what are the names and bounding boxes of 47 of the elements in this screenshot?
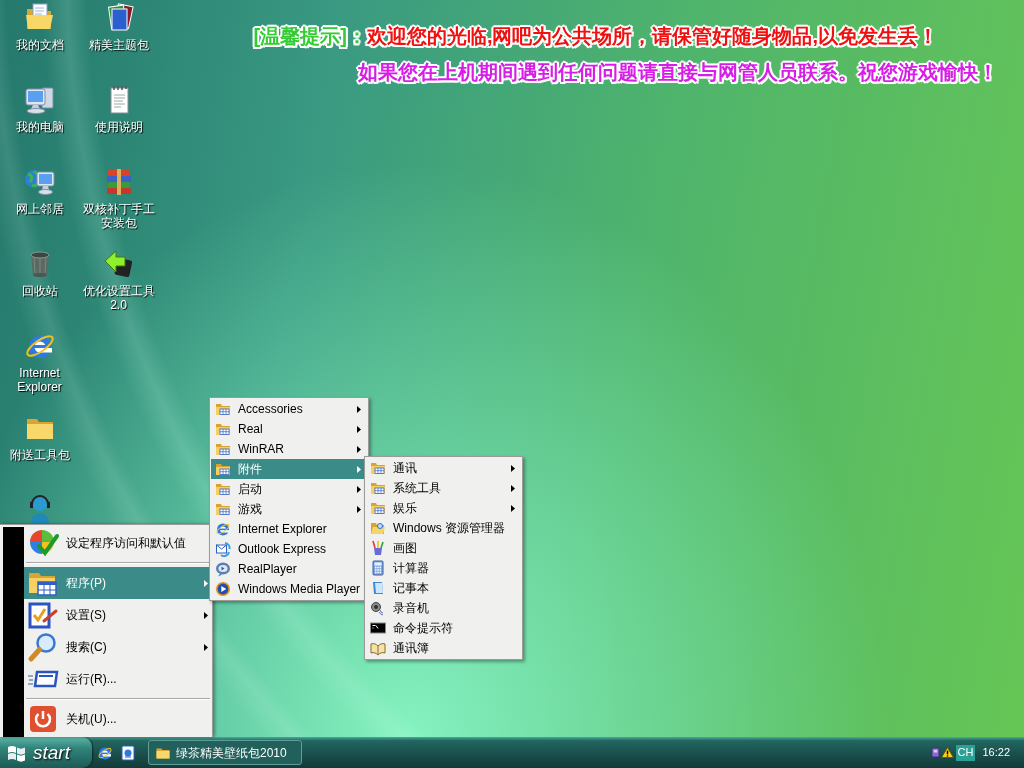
search-icon xyxy=(27,631,59,663)
mail-icon xyxy=(215,541,231,557)
browser-icon xyxy=(215,521,231,537)
paint-brushes-icon xyxy=(370,540,386,556)
icon-label: 我的文档 xyxy=(14,38,65,52)
icon-label: 使用说明 xyxy=(93,120,144,134)
speaker-icon xyxy=(370,600,386,616)
computer-icon[interactable] xyxy=(23,84,56,116)
play-icon xyxy=(215,581,231,597)
program-folder-icon xyxy=(370,460,386,476)
icon-label: 我的电脑 xyxy=(14,120,65,134)
icon-label: 回收站 xyxy=(20,284,59,298)
start-button[interactable]: start xyxy=(0,737,92,768)
icon-label: 附送工具包 xyxy=(8,448,71,462)
program-folder-icon xyxy=(370,500,386,516)
program-folder-icon xyxy=(215,481,231,497)
icon-label: Internet Explorer xyxy=(16,366,63,394)
icon-label: 双核补丁手工安装包 xyxy=(81,202,156,230)
arrow-icon[interactable] xyxy=(102,248,135,280)
explorer-folder-icon xyxy=(370,520,386,536)
warning-icon[interactable] xyxy=(940,747,954,758)
program-folder-icon xyxy=(370,480,386,496)
start-menu-item[interactable]: 程序(P) xyxy=(24,567,212,599)
calculator-icon xyxy=(370,560,386,576)
device-icon[interactable] xyxy=(930,747,940,758)
power-icon xyxy=(27,703,59,735)
menu-item[interactable]: 附件 xyxy=(211,459,367,479)
task-button[interactable]: 绿茶精美壁纸包2010 xyxy=(148,740,302,765)
program-folder-icon xyxy=(215,461,231,477)
defaults-check-icon xyxy=(27,527,59,559)
page-icon[interactable] xyxy=(120,744,136,761)
notice-text: [温馨提示]： xyxy=(253,25,367,47)
notebook-icon xyxy=(370,580,386,596)
icon-label: 网上邻居 xyxy=(14,202,65,216)
notice-text: 欢迎您的光临,网吧为公共场所，请保管好随身物品,以免发生丢！ xyxy=(366,25,938,47)
console-icon xyxy=(370,620,386,636)
program-folder-icon xyxy=(215,421,231,437)
icon-label: 优化设置工具 2.0 xyxy=(81,284,156,312)
flag-icon xyxy=(6,743,28,762)
program-folder-icon xyxy=(215,401,231,417)
player-icon xyxy=(215,561,231,577)
clock: 16:22 xyxy=(982,745,1010,761)
notice-text: 如果您在上机期间遇到任何问题请直接与网管人员联系。祝您游戏愉快！ xyxy=(358,61,998,83)
icon-label: 精美主题包 xyxy=(87,38,150,52)
book-icon xyxy=(370,640,386,656)
program-folder-icon xyxy=(215,501,231,517)
program-folder-icon xyxy=(215,441,231,457)
